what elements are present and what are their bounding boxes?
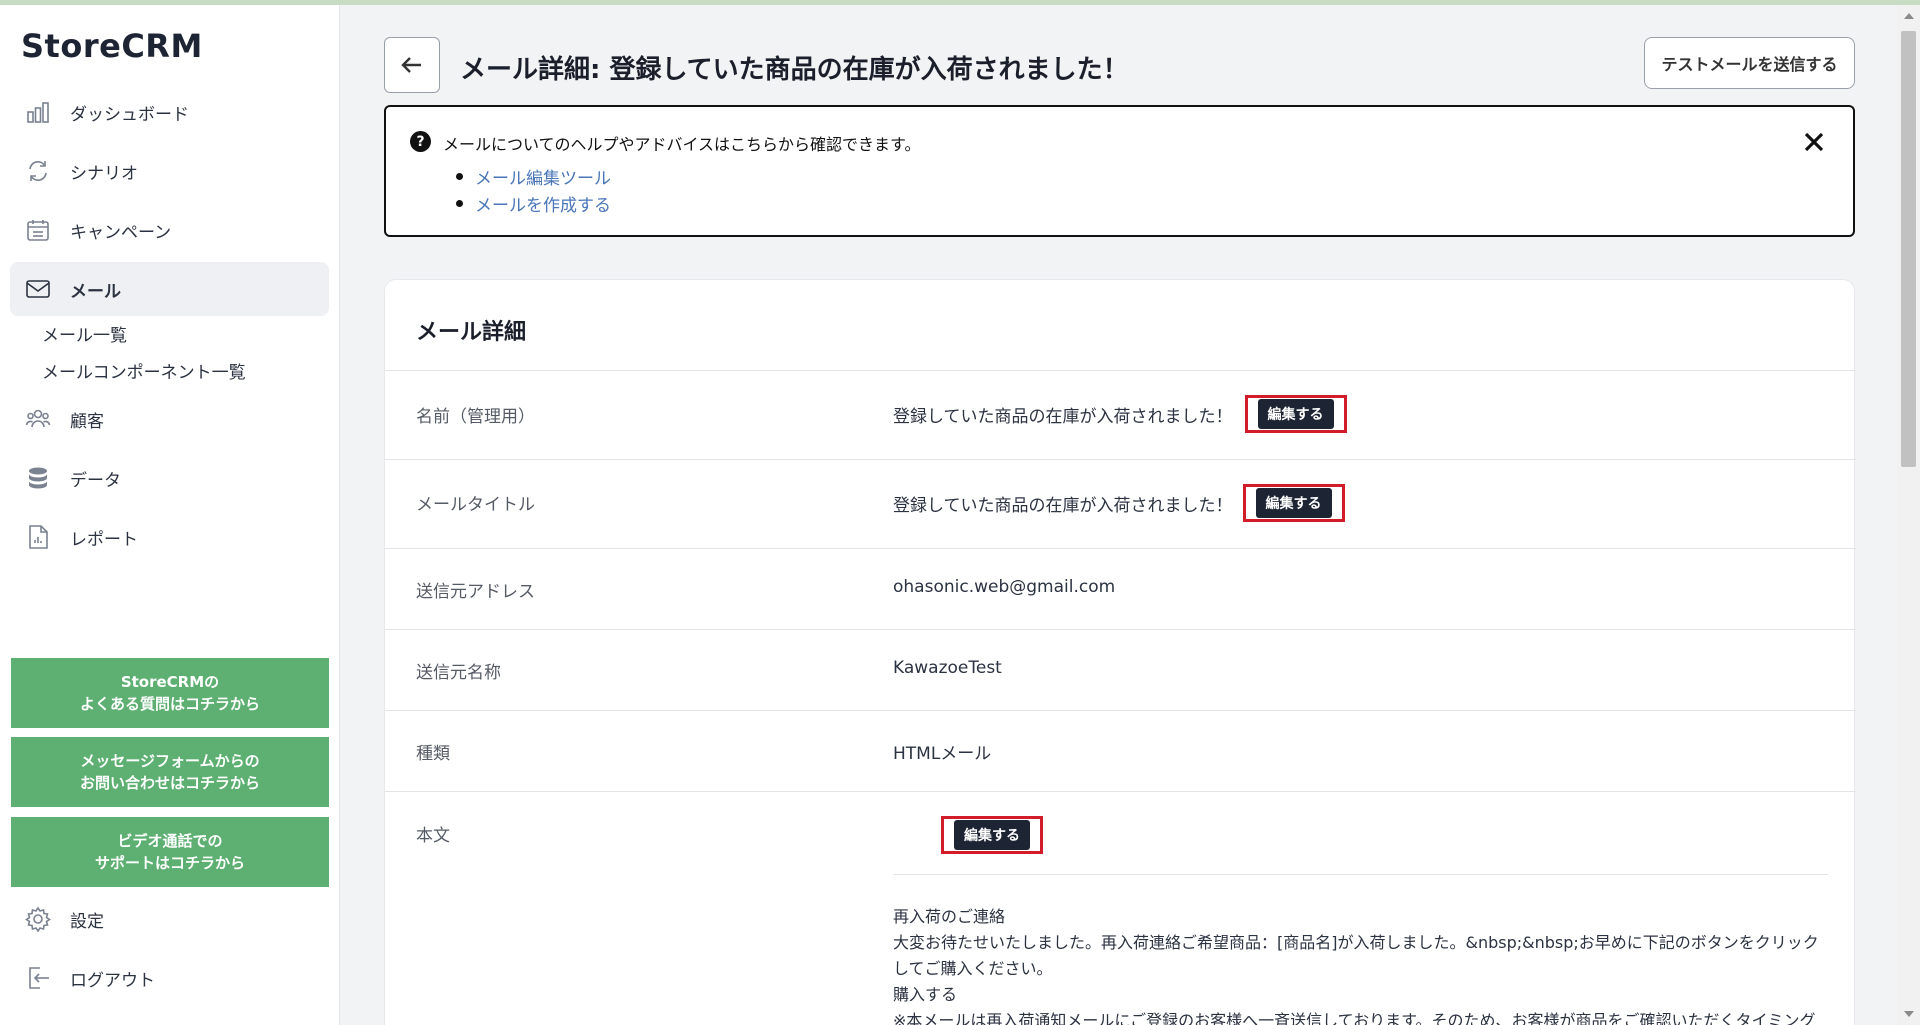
report-icon (24, 523, 52, 551)
sidebar: StoreCRM ダッシュボード シナリオ キャンペーン メール メール一覧 メ… (0, 5, 340, 1025)
sidebar-item-label: キャンペーン (70, 222, 172, 243)
sidebar-item-scenario[interactable]: シナリオ (10, 144, 329, 198)
body-line: 大変お待たせいたしました。再入荷連絡ご希望商品：[商品名]が入荷しました。&nb… (893, 933, 1819, 978)
sidebar-item-label: ダッシュボード (70, 104, 189, 125)
sidebar-item-label: シナリオ (70, 163, 138, 184)
page-title: メール詳細: 登録していた商品の在庫が入荷されました！ (460, 55, 1129, 85)
back-button[interactable] (384, 37, 440, 93)
sidebar-item-data[interactable]: データ (10, 451, 329, 505)
body-line: 再入荷のご連絡 (893, 907, 1006, 926)
row-label: 送信元アドレス (416, 582, 535, 602)
close-icon[interactable] (1803, 131, 1829, 157)
contact-form-button-line2: お問い合わせはコチラから (79, 774, 260, 792)
sidebar-item-campaign[interactable]: キャンペーン (10, 203, 329, 257)
people-icon (24, 405, 52, 433)
row-value: ohasonic.web@gmail.com (893, 577, 1115, 597)
sidebar-item-label: データ (70, 470, 121, 491)
sidebar-item-mail[interactable]: メール (10, 262, 329, 316)
scroll-up-arrow-icon[interactable] (1904, 13, 1914, 19)
contact-form-button-line1: メッセージフォームからの (80, 752, 260, 770)
faq-button-line1: StoreCRMの (120, 673, 220, 691)
row-label: 名前（管理用） (416, 407, 535, 427)
faq-button-line2: よくある質問はコチラから (79, 695, 260, 713)
help-text: メールについてのヘルプやアドバイスはこちらから確認できます。 (443, 135, 921, 154)
row-label: 送信元名称 (416, 663, 501, 683)
row-value-text: KawazoeTest (893, 658, 1002, 678)
mail-body-preview: 再入荷のご連絡 大変お待たせいたしました。再入荷連絡ご希望商品：[商品名]が入荷… (893, 904, 1828, 1025)
app-logo: StoreCRM (21, 27, 203, 65)
question-icon: ? (410, 131, 431, 152)
contact-form-button[interactable]: メッセージフォームからの お問い合わせはコチラから (11, 737, 329, 807)
sidebar-subitem-mail-components[interactable]: メールコンポーネント一覧 (42, 358, 246, 383)
row-value: HTMLメール (893, 739, 991, 764)
sidebar-item-report[interactable]: レポート (10, 510, 329, 564)
edit-subject-button[interactable]: 編集する (1242, 484, 1345, 522)
edit-body-button[interactable]: 編集する (941, 816, 1043, 854)
row-value: 編集する (941, 816, 1043, 854)
detail-row-type: 種類 HTMLメール (385, 710, 1856, 791)
send-test-mail-button[interactable]: テストメールを送信する (1644, 37, 1855, 89)
database-icon (24, 464, 52, 492)
detail-row-from-name: 送信元名称 KawazoeTest (385, 629, 1856, 710)
scrollbar[interactable] (1897, 5, 1920, 1025)
row-label: メールタイトル (416, 495, 535, 515)
row-value: 登録していた商品の在庫が入荷されました！ 編集する (893, 395, 1347, 433)
sidebar-subitem-mail-list[interactable]: メール一覧 (42, 321, 127, 346)
arrow-left-icon (401, 57, 421, 73)
video-support-button-line1: ビデオ通話での (117, 832, 223, 850)
body-divider (893, 874, 1828, 875)
row-value: KawazoeTest (893, 658, 1002, 678)
video-support-button[interactable]: ビデオ通話での サポートはコチラから (11, 817, 329, 887)
row-value-text: 登録していた商品の在庫が入荷されました！ (893, 495, 1233, 516)
video-support-button-line2: サポートはコチラから (94, 854, 245, 872)
mail-detail-card: メール詳細 名前（管理用） 登録していた商品の在庫が入荷されました！ 編集する … (384, 279, 1856, 1025)
edit-button-label: 編集する (1255, 488, 1332, 518)
detail-row-from-address: 送信元アドレス ohasonic.web@gmail.com (385, 548, 1856, 629)
calendar-icon (24, 216, 52, 244)
row-value-text: 登録していた商品の在庫が入荷されました！ (893, 406, 1233, 427)
bar-chart-icon (24, 98, 52, 126)
cycle-icon (24, 157, 52, 185)
sidebar-item-settings[interactable]: 設定 (10, 892, 329, 946)
card-title: メール詳細 (416, 320, 527, 345)
body-line: ※本メールは再入荷通知メールにご登録のお客様へ一斉送信しております。そのため、お… (893, 1011, 1816, 1025)
sidebar-item-logout[interactable]: ログアウト (10, 951, 329, 1005)
scroll-thumb[interactable] (1901, 31, 1916, 467)
row-value-text: HTMLメール (893, 744, 992, 764)
detail-row-name: 名前（管理用） 登録していた商品の在庫が入荷されました！ 編集する (385, 370, 1856, 459)
row-label: 本文 (416, 826, 450, 846)
gear-icon (24, 905, 52, 933)
row-value-text: ohasonic.web@gmail.com (893, 577, 1116, 597)
body-line: 購入する (893, 985, 958, 1004)
sidebar-item-label: 設定 (70, 911, 104, 932)
help-links: メール編集ツール メールを作成する (456, 163, 611, 217)
scroll-down-arrow-icon[interactable] (1904, 1011, 1914, 1017)
sidebar-item-dashboard[interactable]: ダッシュボード (10, 85, 329, 139)
sidebar-item-label: ログアウト (70, 970, 155, 991)
sidebar-item-customers[interactable]: 顧客 (10, 392, 329, 446)
help-box: ? メールについてのヘルプやアドバイスはこちらから確認できます。 メール編集ツー… (384, 105, 1855, 237)
sidebar-item-label: 顧客 (70, 411, 104, 432)
faq-button[interactable]: StoreCRMの よくある質問はコチラから (11, 658, 329, 728)
sidebar-item-label: メール (70, 281, 121, 302)
edit-button-label: 編集する (954, 820, 1030, 850)
edit-button-label: 編集する (1257, 399, 1334, 429)
row-label: 種類 (416, 744, 450, 764)
logout-icon (24, 964, 52, 992)
help-link-mail-editor[interactable]: メール編集ツール (456, 163, 611, 190)
main-content: メール詳細: 登録していた商品の在庫が入荷されました！ テストメールを送信する … (341, 5, 1897, 1025)
detail-row-subject: メールタイトル 登録していた商品の在庫が入荷されました！ 編集する (385, 459, 1856, 548)
detail-row-body: 本文 編集する 再入荷のご連絡 大変お待たせいたしました。再入荷連絡ご希望商品：… (385, 791, 1856, 1025)
row-value: 登録していた商品の在庫が入荷されました！ 編集する (893, 484, 1345, 522)
help-link-create-mail[interactable]: メールを作成する (456, 190, 611, 217)
sidebar-item-label: レポート (70, 529, 138, 550)
edit-name-button[interactable]: 編集する (1244, 395, 1347, 433)
mail-icon (24, 275, 52, 303)
